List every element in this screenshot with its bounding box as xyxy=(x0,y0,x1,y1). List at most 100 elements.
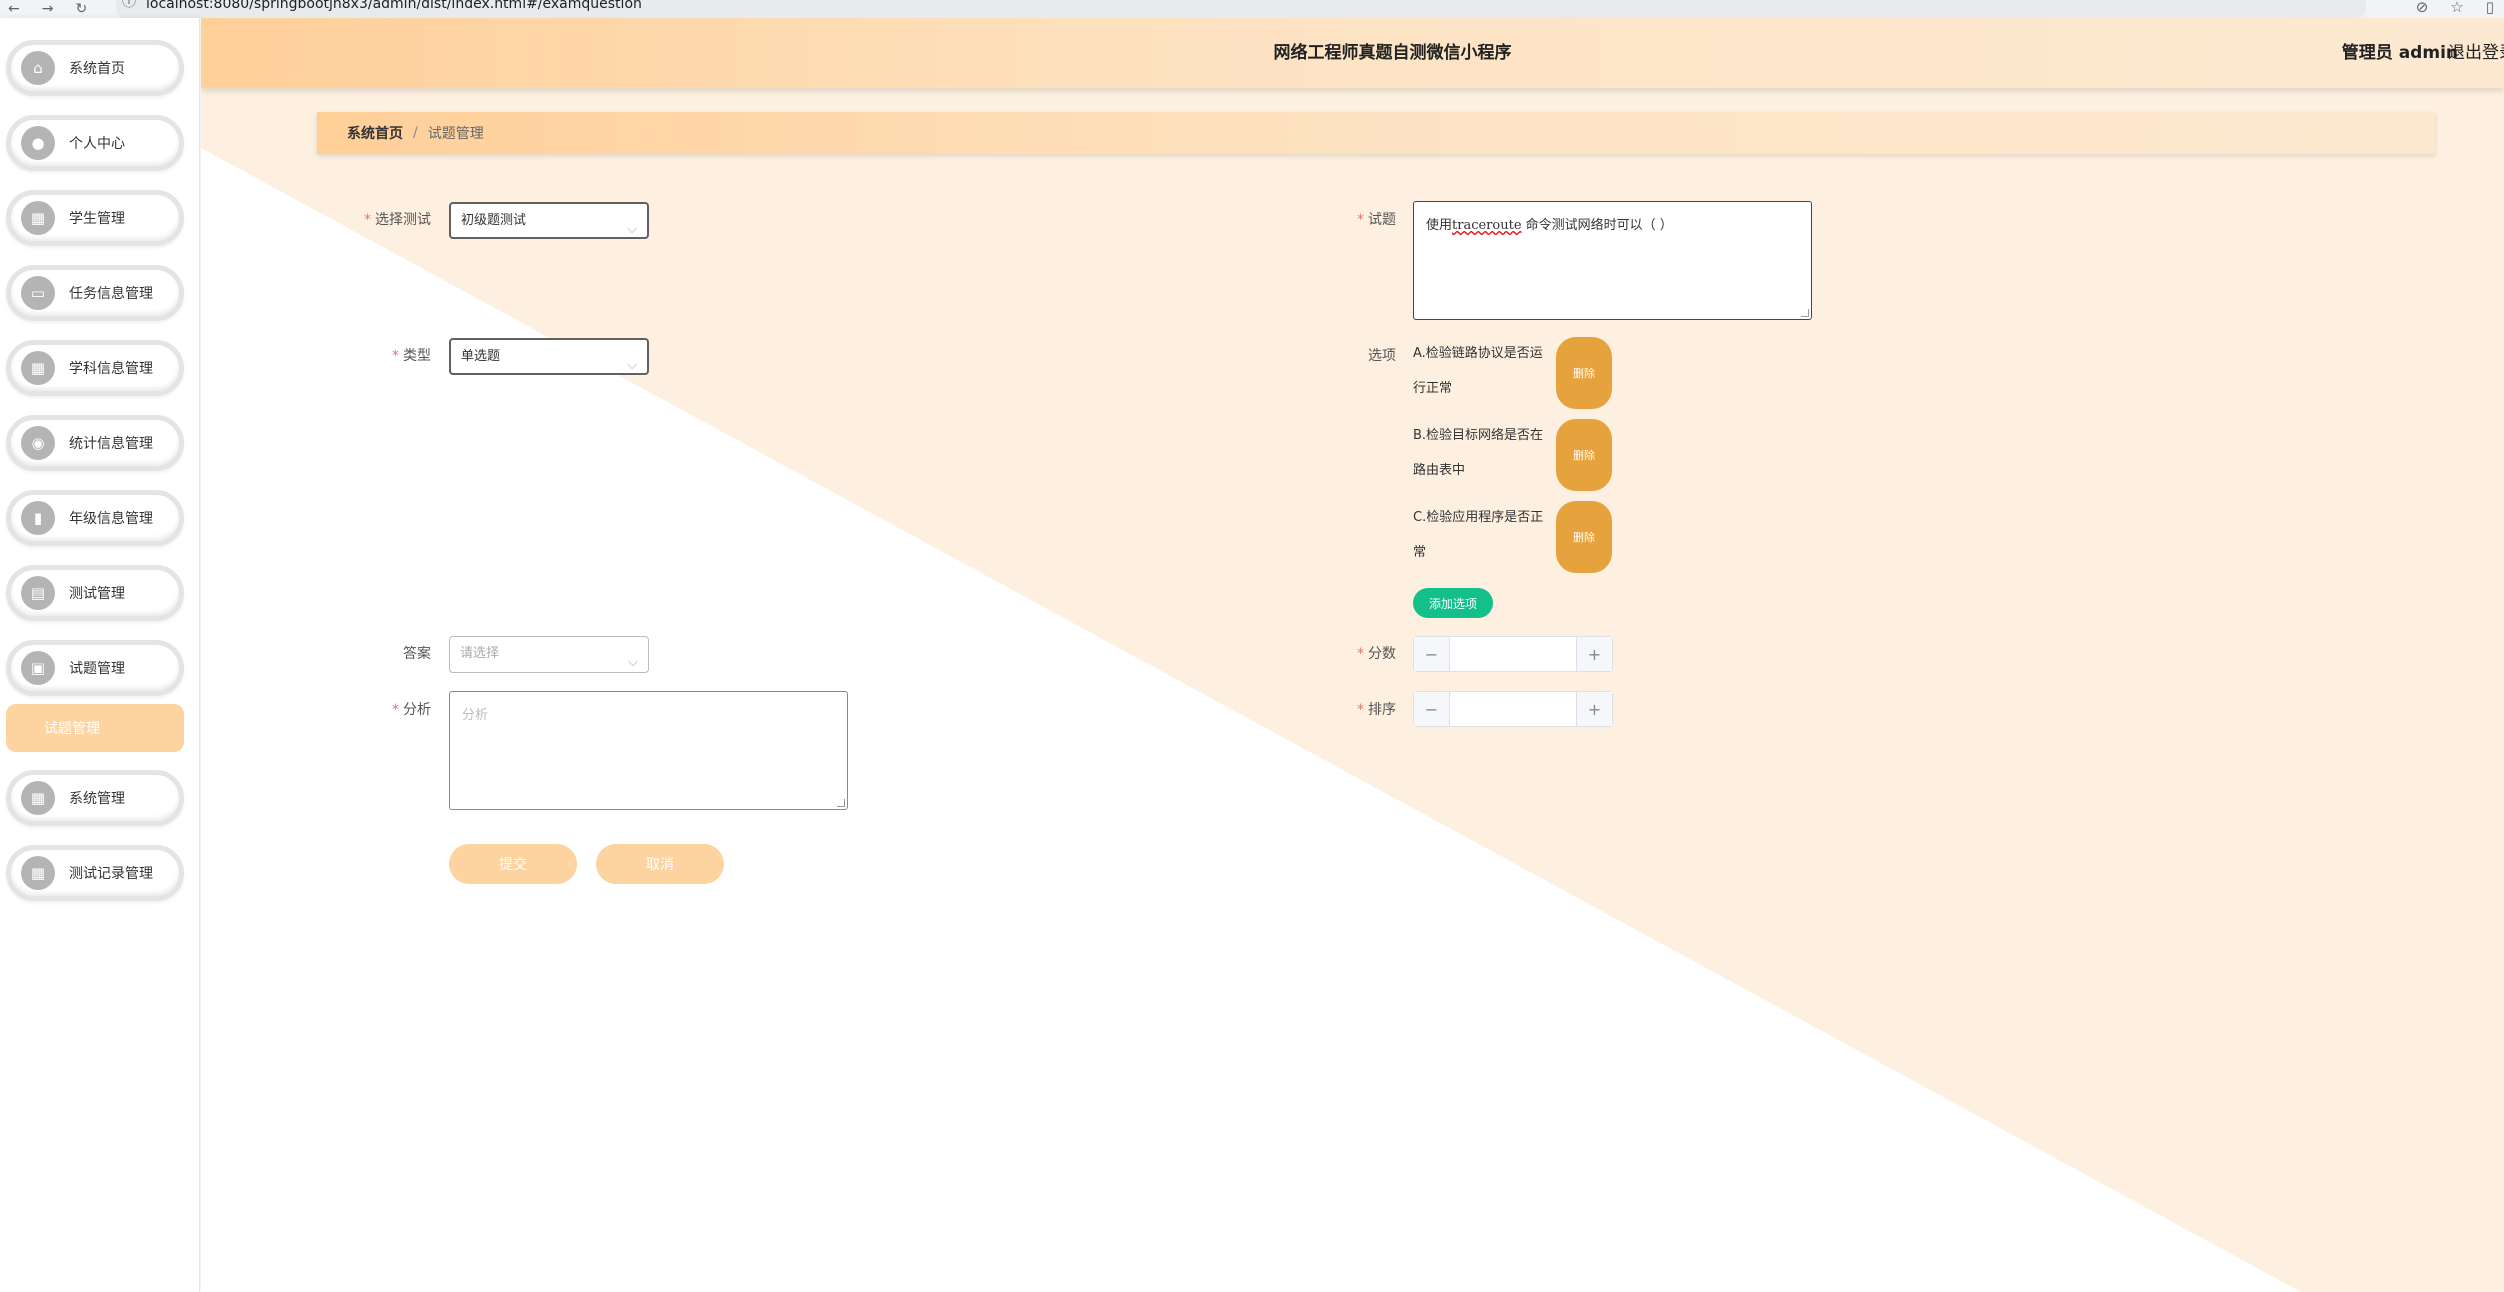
exam-select[interactable]: 初级题测试 ⌵ xyxy=(449,202,649,239)
sidebar: ⌂ 系统首页 ● 个人中心 ▦ 学生管理 ▭ 任务信息管理 ▦ 学科信息管理 ◉… xyxy=(0,18,200,1292)
minus-icon[interactable]: − xyxy=(1414,637,1450,671)
sidebar-item-test-records[interactable]: ▦ 测试记录管理 xyxy=(6,845,184,901)
option-text-line: A.检验链路协议是否运 xyxy=(1413,346,1543,361)
site-info-icon[interactable]: ⓘ xyxy=(122,0,136,9)
sidebar-item-grades[interactable]: ▮ 年级信息管理 xyxy=(6,490,184,546)
options-label: 选项 xyxy=(1276,338,1396,374)
required-mark: * xyxy=(1357,646,1364,662)
side-panel-icon[interactable]: ▯ xyxy=(2486,0,2494,16)
answer-label: 答案 xyxy=(311,636,431,672)
sidebar-item-label: 个人中心 xyxy=(69,136,125,152)
current-user: 管理员 admin xyxy=(2341,43,2458,63)
sidebar-subitem-questions[interactable]: 试题管理 xyxy=(6,704,184,752)
grid-icon: ▦ xyxy=(21,781,55,815)
breadcrumb-separator: / xyxy=(413,125,418,141)
order-input[interactable] xyxy=(1450,692,1576,726)
sidebar-item-label: 测试管理 xyxy=(69,586,125,602)
breadcrumb: 系统首页 / 试题管理 xyxy=(317,112,2435,154)
plus-icon[interactable]: + xyxy=(1576,637,1612,671)
required-mark: * xyxy=(364,212,371,228)
back-icon[interactable]: ← xyxy=(8,1,20,17)
browser-nav: ← → ↻ xyxy=(8,0,87,18)
delete-option-button[interactable]: 删除 xyxy=(1556,337,1612,409)
reload-icon[interactable]: ↻ xyxy=(75,1,87,17)
submit-button[interactable]: 提交 xyxy=(449,844,577,884)
grid-icon: ▦ xyxy=(21,201,55,235)
user-icon: ● xyxy=(21,126,55,160)
chevron-down-icon: ⌵ xyxy=(627,222,637,237)
score-input[interactable] xyxy=(1450,637,1576,671)
url-text: localhost:8080/springbootjn8x3/admin/dis… xyxy=(146,0,642,12)
score-label-text: 分数 xyxy=(1368,646,1396,662)
score-stepper[interactable]: − + xyxy=(1413,636,1613,672)
logout-link[interactable]: 退出登录 xyxy=(2448,18,2504,88)
analysis-textarea[interactable]: 分析 xyxy=(449,691,848,810)
analysis-placeholder: 分析 xyxy=(462,708,489,723)
app-title: 网络工程师真题自测微信小程序 xyxy=(1273,43,1512,63)
sidebar-item-label: 学科信息管理 xyxy=(69,361,153,377)
cancel-button[interactable]: 取消 xyxy=(596,844,724,884)
location-icon: ◉ xyxy=(21,426,55,460)
question-label: * 试题 xyxy=(1276,202,1396,238)
sidebar-item-label: 学生管理 xyxy=(69,211,125,227)
delete-option-button[interactable]: 删除 xyxy=(1556,419,1612,491)
add-option-button[interactable]: 添加选项 xyxy=(1413,588,1493,618)
exam-label-text: 选择测试 xyxy=(375,212,431,228)
options-label-text: 选项 xyxy=(1368,348,1396,364)
resize-handle[interactable] xyxy=(1801,309,1809,317)
sidebar-item-subjects[interactable]: ▦ 学科信息管理 xyxy=(6,340,184,396)
order-stepper[interactable]: − + xyxy=(1413,691,1613,727)
browser-toolbar: ← → ↻ ⓘ localhost:8080/springbootjn8x3/a… xyxy=(0,0,2504,18)
minus-icon[interactable]: − xyxy=(1414,692,1450,726)
sidebar-item-tests[interactable]: ▤ 测试管理 xyxy=(6,565,184,621)
required-mark: * xyxy=(1357,702,1364,718)
top-header: 网络工程师真题自测微信小程序 管理员 admin 退出登录 xyxy=(201,18,2504,88)
option-text-line: 常 xyxy=(1413,545,1427,560)
option-text-line: B.检验目标网络是否在 xyxy=(1413,428,1544,443)
analysis-label: * 分析 xyxy=(311,692,431,728)
sidebar-item-profile[interactable]: ● 个人中心 xyxy=(6,115,184,171)
chevron-down-icon: ⌵ xyxy=(627,358,637,373)
address-bar[interactable]: ⓘ localhost:8080/springbootjn8x3/admin/d… xyxy=(116,0,2366,18)
extension-icon[interactable]: ⊘ xyxy=(2416,0,2429,16)
sidebar-item-students[interactable]: ▦ 学生管理 xyxy=(6,190,184,246)
order-label: * 排序 xyxy=(1276,692,1396,728)
type-label-text: 类型 xyxy=(403,348,431,364)
option-text-line: 路由表中 xyxy=(1413,463,1466,478)
exam-label: * 选择测试 xyxy=(311,202,431,238)
question-label-text: 试题 xyxy=(1368,212,1396,228)
score-label: * 分数 xyxy=(1276,636,1396,672)
grid-icon: ▦ xyxy=(21,351,55,385)
sidebar-item-statistics[interactable]: ◉ 统计信息管理 xyxy=(6,415,184,471)
answer-select[interactable]: 请选择 ⌵ xyxy=(449,636,649,673)
sidebar-item-tasks[interactable]: ▭ 任务信息管理 xyxy=(6,265,184,321)
breadcrumb-home[interactable]: 系统首页 xyxy=(347,123,403,143)
option-item: B.检验目标网络是否在 路由表中 xyxy=(1413,418,1553,488)
browser-actions: ⊘ ☆ ▯ xyxy=(2416,0,2494,16)
type-select[interactable]: 单选题 ⌵ xyxy=(449,338,649,375)
forward-icon[interactable]: → xyxy=(42,1,54,17)
analysis-label-text: 分析 xyxy=(403,702,431,718)
required-mark: * xyxy=(392,702,399,718)
sidebar-subitem-label: 试题管理 xyxy=(44,721,100,737)
answer-select-placeholder: 请选择 xyxy=(460,646,500,661)
question-text-code: traceroute xyxy=(1452,218,1522,233)
question-textarea[interactable]: 使用traceroute 命令测试网络时可以（ ） xyxy=(1413,201,1812,320)
grid-icon: ▦ xyxy=(21,856,55,890)
question-text-suffix: 命令测试网络时可以（ ） xyxy=(1521,218,1673,233)
resize-handle[interactable] xyxy=(837,799,845,807)
sidebar-item-system[interactable]: ▦ 系统管理 xyxy=(6,770,184,826)
plus-icon[interactable]: + xyxy=(1576,692,1612,726)
sidebar-item-home[interactable]: ⌂ 系统首页 xyxy=(6,40,184,96)
option-text-line: C.检验应用程序是否正 xyxy=(1413,510,1544,525)
sidebar-item-label: 任务信息管理 xyxy=(69,286,153,302)
bookmark-star-icon[interactable]: ☆ xyxy=(2450,0,2463,16)
option-item: C.检验应用程序是否正 常 xyxy=(1413,500,1553,570)
document-icon: ▤ xyxy=(21,576,55,610)
sidebar-item-label: 统计信息管理 xyxy=(69,436,153,452)
exam-select-value: 初级题测试 xyxy=(461,213,527,228)
home-icon: ⌂ xyxy=(21,51,55,85)
delete-option-button[interactable]: 删除 xyxy=(1556,501,1612,573)
main-content: 网络工程师真题自测微信小程序 管理员 admin 退出登录 系统首页 / 试题管… xyxy=(201,18,2504,1292)
sidebar-item-questions[interactable]: ▣ 试题管理 xyxy=(6,640,184,696)
